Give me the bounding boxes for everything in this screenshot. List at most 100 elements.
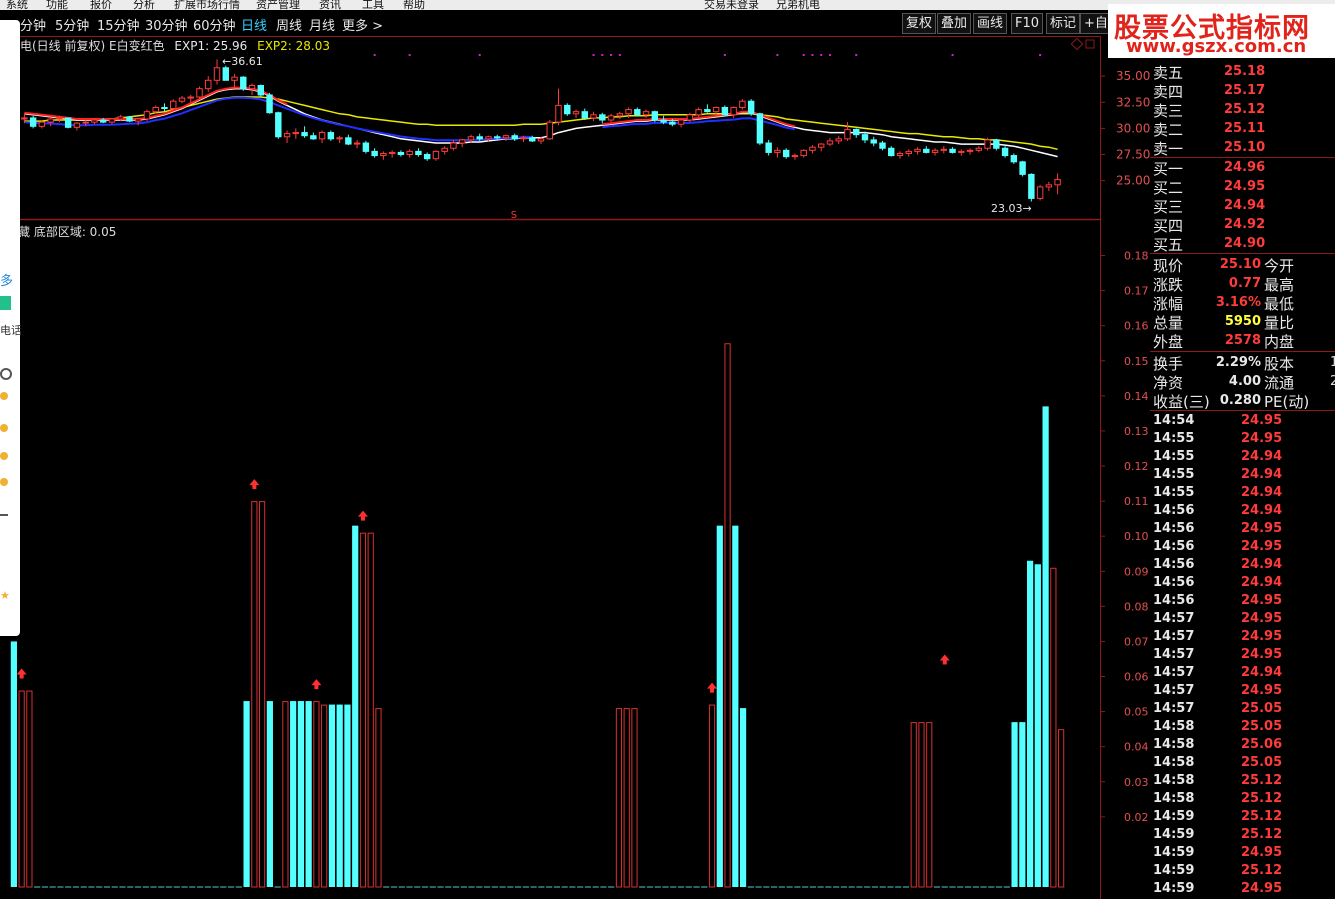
bid-row[interactable]: 买五 24.90: [1150, 234, 1335, 254]
purple-dot-mark: [820, 54, 823, 56]
candle-body: [660, 119, 667, 123]
indicator-tick-label: 0.06: [1124, 671, 1149, 684]
bid-row[interactable]: 买三 24.94: [1150, 196, 1335, 216]
indicator-bar: [1050, 567, 1057, 888]
ask-row-price: 25.12: [1224, 102, 1266, 117]
ask-row-price: 25.18: [1224, 64, 1266, 79]
bid-row-label: 买四: [1153, 217, 1184, 235]
candle-body: [1001, 147, 1009, 157]
candle-body: [458, 139, 466, 144]
trade-row: 14:56 24.95: [1150, 539, 1335, 557]
purple-dot-mark: [610, 54, 613, 56]
bid-row[interactable]: 买一 24.96: [1150, 158, 1335, 178]
candle-body: [800, 149, 807, 157]
trade-row: 14:55 24.94: [1150, 467, 1335, 485]
trade-price: 24.94: [1241, 665, 1283, 680]
candle-body: [686, 114, 694, 121]
stat2-cut-value: 1: [1330, 355, 1335, 370]
indicator-bar: [305, 701, 312, 887]
bid-row[interactable]: 买四 24.92: [1150, 215, 1335, 235]
stat-label2: 最低: [1264, 295, 1295, 313]
avatar-icon[interactable]: [0, 392, 8, 400]
bid-stats-divider: [1150, 253, 1335, 254]
stat-label: 涨跌: [1153, 276, 1184, 294]
candle-body: [1010, 155, 1018, 163]
purple-dot-mark: [618, 54, 621, 56]
purple-dot-mark: [776, 54, 779, 56]
ask-row[interactable]: 卖三 25.12: [1150, 100, 1335, 120]
side-float-panel[interactable]: 多 电话 ★: [0, 20, 22, 636]
candle-body: [441, 147, 448, 152]
side-panel-phone[interactable]: 电话: [0, 322, 22, 338]
stat-row: 涨幅 3.16% 最低: [1150, 293, 1335, 313]
stat-label: 现价: [1153, 257, 1184, 275]
trade-row: 14:58 25.05: [1150, 719, 1335, 737]
bid-row-label: 买一: [1153, 160, 1184, 178]
avatar-icon[interactable]: [0, 452, 8, 460]
stat-value: 0.77: [1228, 276, 1261, 291]
trade-time: 14:56: [1153, 521, 1195, 536]
price-tick-label: 30.00: [1116, 121, 1150, 135]
candle-body: [406, 150, 413, 156]
trade-price: 25.05: [1241, 719, 1283, 734]
candle-body: [423, 154, 431, 160]
trade-price: 25.05: [1241, 755, 1283, 770]
search-icon[interactable]: [0, 368, 12, 380]
candle-body: [747, 100, 755, 115]
indicator-bar: [631, 708, 638, 888]
candle-body: [476, 136, 483, 140]
candle-body: [117, 116, 124, 120]
bid-row-price: 24.96: [1224, 160, 1266, 175]
bid-row[interactable]: 买二 24.95: [1150, 177, 1335, 197]
trade-price: 25.12: [1241, 791, 1283, 806]
indicator-bar: [344, 704, 351, 887]
side-panel-more[interactable]: 多: [0, 270, 13, 289]
edit-icon[interactable]: [0, 506, 8, 516]
candle-body: [1054, 179, 1061, 186]
trade-row: 14:58 25.05: [1150, 755, 1335, 773]
trade-time: 14:59: [1153, 827, 1195, 842]
indicator-tick-label: 0.07: [1124, 635, 1149, 648]
chat-icon[interactable]: [0, 296, 11, 310]
bid-row-label: 买三: [1153, 198, 1184, 216]
candle-body: [765, 142, 772, 153]
trade-time: 14:55: [1153, 431, 1195, 446]
bid-row-price: 24.94: [1224, 198, 1266, 213]
ask-row[interactable]: 卖五 25.18: [1150, 62, 1335, 82]
indicator-bar: [321, 704, 328, 888]
diamond-icon: [1070, 37, 1084, 51]
candle-body: [161, 106, 168, 110]
price-low-label: 23.03→: [991, 202, 1032, 215]
candle-body: [213, 67, 221, 81]
indicator-tick-label: 0.10: [1124, 530, 1149, 543]
trade-price: 24.94: [1241, 557, 1283, 572]
indicator-tick-label: 0.15: [1124, 355, 1149, 368]
candle-body: [634, 109, 641, 116]
avatar-icon[interactable]: [0, 424, 8, 432]
ask-row-label: 卖四: [1153, 83, 1184, 101]
candle-body: [502, 135, 510, 139]
candle-body: [923, 148, 930, 153]
stat-row: 现价 25.10 今开: [1150, 255, 1335, 275]
avatar-icon[interactable]: [0, 478, 8, 486]
stat-row: 外盘 2578 内盘: [1150, 331, 1335, 351]
indicator-tick-label: 0.17: [1124, 285, 1149, 298]
ask-row[interactable]: 卖四 25.17: [1150, 81, 1335, 101]
candle-body: [975, 147, 983, 151]
bid-row-label: 买二: [1153, 179, 1184, 197]
stat2-value: 4.00: [1228, 374, 1261, 389]
candle-body: [546, 121, 553, 140]
candle-body: [196, 88, 203, 98]
star-icon[interactable]: ★: [0, 590, 10, 601]
indicator-bar: [716, 525, 723, 887]
ask-row[interactable]: 卖二 25.11: [1150, 119, 1335, 139]
ask-row-label: 卖五: [1153, 64, 1184, 82]
bid-row-price: 24.92: [1224, 217, 1266, 232]
trade-row: 14:56 24.95: [1150, 593, 1335, 611]
trade-price: 25.06: [1241, 737, 1283, 752]
candle-body: [555, 104, 562, 123]
candle-body: [1019, 161, 1026, 175]
ask-row[interactable]: 卖一 25.10: [1150, 138, 1335, 158]
indicator-bar: [10, 641, 17, 887]
indicator-bar: [1034, 564, 1041, 887]
